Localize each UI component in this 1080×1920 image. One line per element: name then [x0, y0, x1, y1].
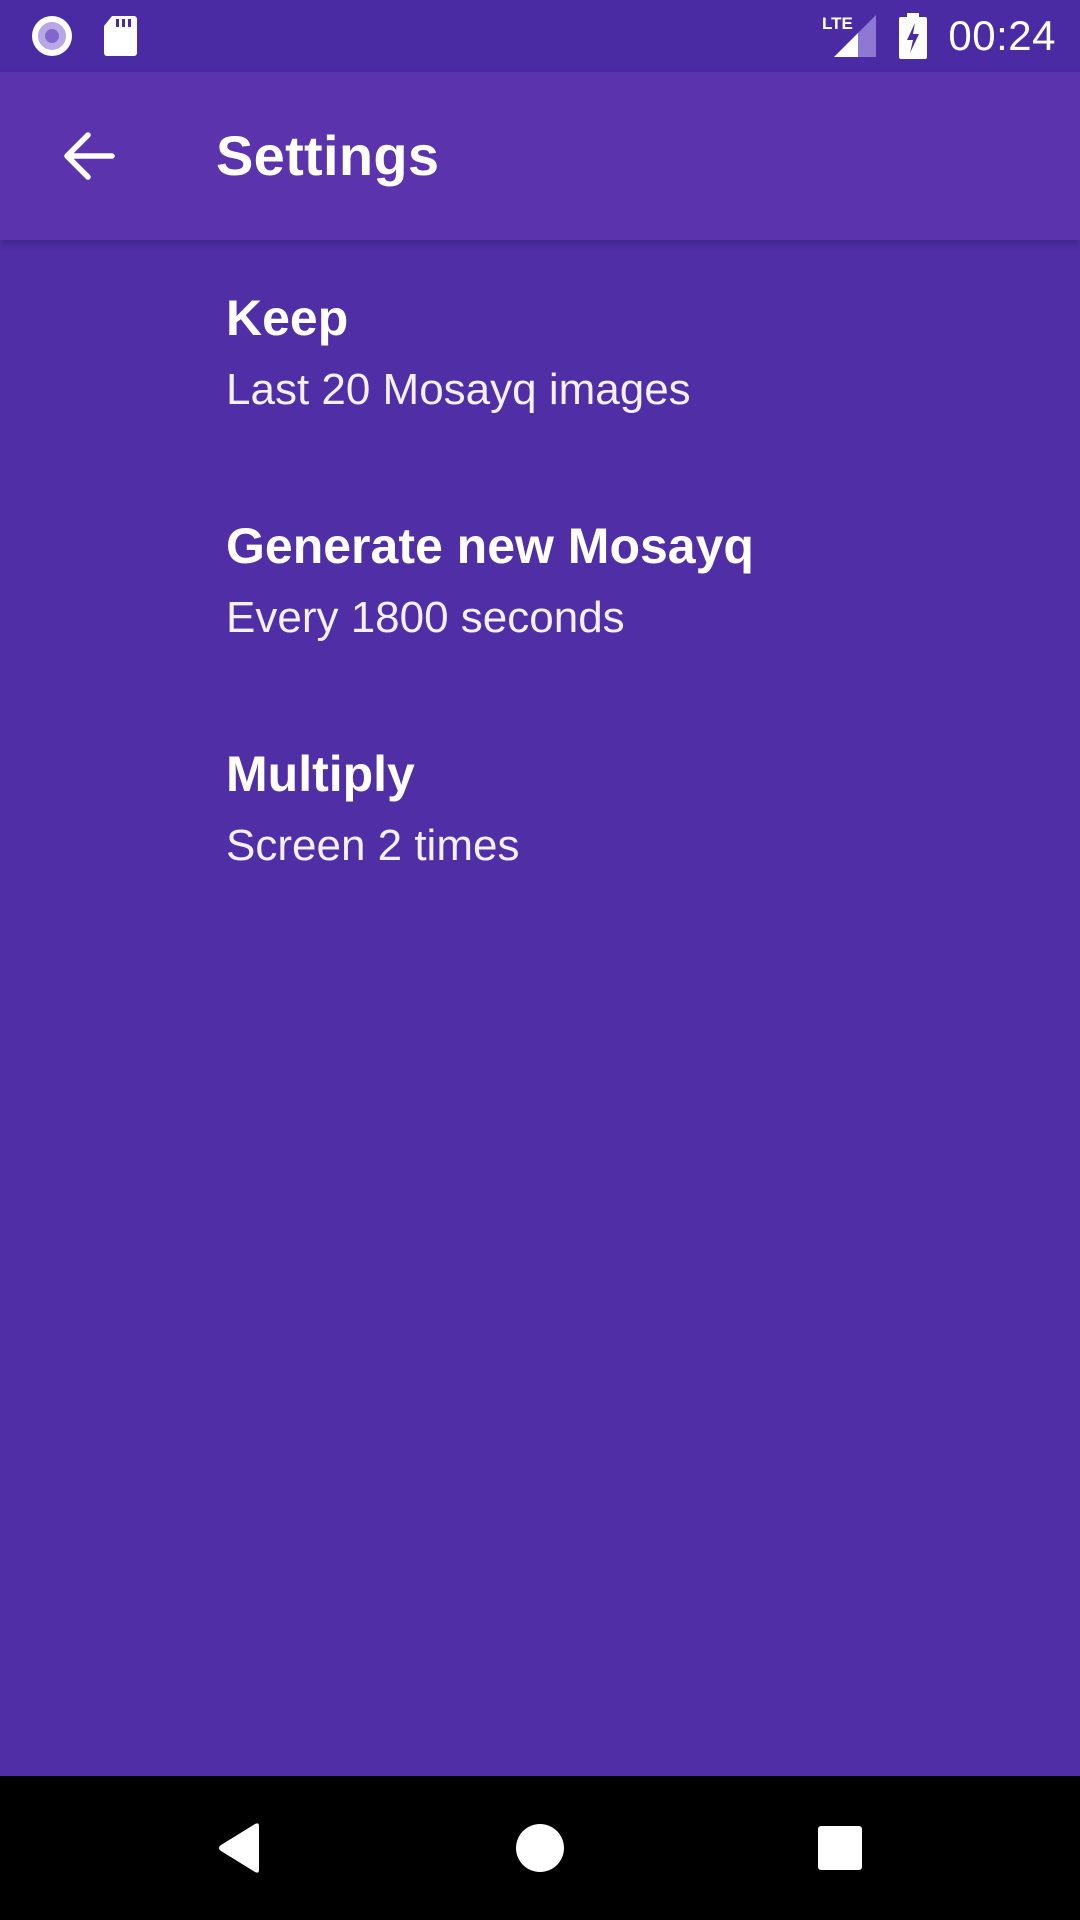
page-title: Settings [216, 124, 440, 187]
battery-charging-icon [898, 13, 928, 59]
pref-keep[interactable]: Keep Last 20 Mosayq images [0, 240, 1080, 468]
status-bar: LTE 00:24 [0, 0, 1080, 72]
back-button[interactable] [40, 108, 136, 204]
recents-square-icon [817, 1825, 863, 1871]
nav-recents-button[interactable] [792, 1800, 888, 1896]
network-label: LTE [822, 14, 853, 33]
pref-generate-new-mosayq[interactable]: Generate new Mosayq Every 1800 seconds [0, 468, 1080, 696]
status-right-icons: LTE 00:24 [822, 12, 1056, 60]
arrow-back-icon [60, 128, 116, 184]
pref-title: Multiply [226, 746, 415, 802]
pref-summary: Screen 2 times [226, 821, 520, 870]
pref-title: Generate new Mosayq [226, 518, 754, 574]
recording-icon [30, 14, 74, 58]
home-circle-icon [515, 1823, 565, 1873]
pref-summary: Last 20 Mosayq images [226, 365, 691, 414]
sd-card-icon [102, 14, 138, 58]
pref-title: Keep [226, 290, 349, 346]
app-bar: Settings [0, 72, 1080, 240]
settings-list: Keep Last 20 Mosayq images Generate new … [0, 240, 1080, 924]
nav-back-button[interactable] [192, 1800, 288, 1896]
pref-multiply[interactable]: Multiply Screen 2 times [0, 696, 1080, 924]
nav-home-button[interactable] [492, 1800, 588, 1896]
back-triangle-icon [215, 1822, 265, 1874]
navigation-bar [0, 1776, 1080, 1920]
status-time: 00:24 [948, 12, 1056, 59]
lte-signal-icon: LTE [822, 13, 878, 59]
pref-summary: Every 1800 seconds [226, 593, 625, 642]
status-left-icons [30, 14, 138, 58]
